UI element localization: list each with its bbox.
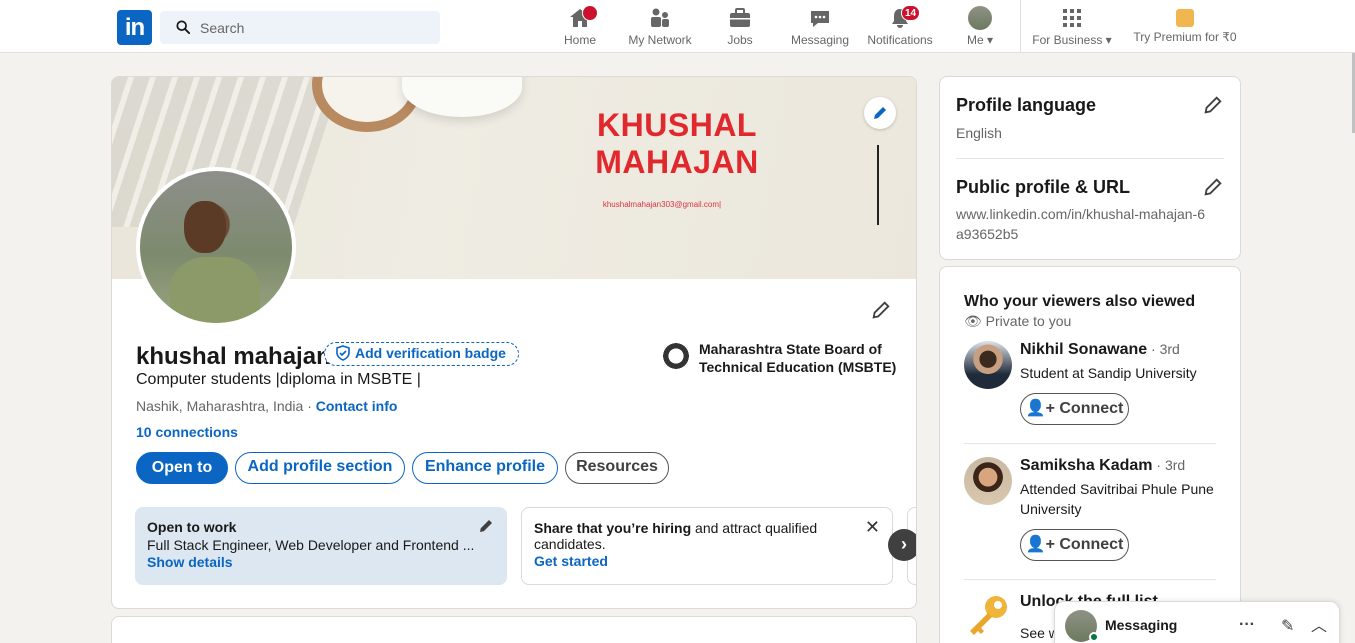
- shield-check-icon: [336, 345, 350, 361]
- edit-url-pencil-icon[interactable]: [1202, 176, 1224, 198]
- edit-intro-pencil-icon[interactable]: [870, 299, 892, 321]
- resources-button[interactable]: Resources: [565, 452, 669, 484]
- edit-banner-button[interactable]: [864, 97, 896, 129]
- top-nav: in Home My Network Jobs Messaging 14 Not…: [0, 0, 1355, 53]
- nav-divider: [1020, 0, 1021, 53]
- profile-headline: Computer students |diploma in MSBTE |: [136, 371, 421, 388]
- nav-jobs[interactable]: Jobs: [720, 6, 760, 50]
- viewers-also-viewed-card: Who your viewers also viewed 👁 Private t…: [939, 266, 1241, 643]
- nav-my-network[interactable]: My Network: [622, 6, 698, 50]
- nav-my-network-label: My Network: [628, 33, 692, 47]
- open-to-work-body: Full Stack Engineer, Web Developer and F…: [147, 537, 475, 553]
- pencil-icon: [874, 107, 886, 119]
- profile-name: khushal mahajan: [136, 343, 331, 370]
- chevron-down-icon: ▾: [1105, 33, 1112, 47]
- edit-language-pencil-icon[interactable]: [1202, 94, 1224, 116]
- profile-card: KHUSHAL MAHAJAN khushalmahajan303@gmail.…: [111, 76, 917, 609]
- chevron-up-icon[interactable]: ︿: [1311, 612, 1327, 636]
- analytics-card: [111, 616, 917, 643]
- nav-notifications[interactable]: 14 Notifications: [864, 5, 936, 50]
- person-suggestion: Samiksha Kadam · 3rd Attended Savitribai…: [964, 457, 1224, 561]
- enhance-profile-button[interactable]: Enhance profile: [412, 452, 558, 484]
- add-profile-section-button[interactable]: Add profile section: [235, 452, 405, 484]
- home-badge: [582, 5, 598, 21]
- grid-icon: [1063, 9, 1081, 27]
- nav-me[interactable]: Me ▾: [958, 6, 1002, 50]
- messaging-overlay[interactable]: Messaging ··· ✎ ︿: [1054, 601, 1340, 643]
- person-name[interactable]: Nikhil Sonawane: [1020, 341, 1147, 358]
- close-icon[interactable]: ✕: [865, 518, 880, 536]
- avatar[interactable]: [964, 457, 1012, 505]
- nav-try-premium[interactable]: Try Premium for ₹0: [1130, 6, 1240, 50]
- banner-email: khushalmahajan303@gmail.com|: [602, 200, 722, 209]
- briefcase-icon: [730, 8, 750, 27]
- open-to-work-title: Open to work: [147, 519, 237, 535]
- profile-settings-card: Profile language English Public profile …: [939, 76, 1241, 260]
- messaging-label: Messaging: [1105, 617, 1178, 633]
- public-profile-url: www.linkedin.com/in/khushal-mahajan-6a93…: [956, 206, 1206, 242]
- verify-label: Add verification badge: [355, 345, 506, 361]
- person-suggestion: Nikhil Sonawane · 3rd Student at Sandip …: [964, 341, 1224, 431]
- nav-me-label: Me: [966, 33, 984, 47]
- public-profile-title: Public profile & URL: [956, 177, 1131, 197]
- connect-button[interactable]: 👤+ Connect: [1020, 529, 1129, 561]
- get-started-link[interactable]: Get started: [534, 553, 880, 569]
- pencil-icon[interactable]: [477, 517, 495, 535]
- nav-for-business[interactable]: For Business ▾: [1030, 6, 1114, 50]
- show-details-link[interactable]: Show details: [147, 554, 495, 570]
- nav-home-label: Home: [563, 33, 596, 47]
- msbte-logo-icon: [662, 340, 690, 372]
- eye-icon: 👁: [964, 313, 982, 329]
- connections-link[interactable]: 10 connections: [136, 424, 238, 440]
- nav-messaging[interactable]: Messaging: [788, 6, 852, 50]
- search-input[interactable]: [200, 11, 430, 44]
- divider: [964, 443, 1216, 444]
- add-person-icon: 👤+: [1025, 400, 1055, 417]
- open-to-button[interactable]: Open to: [136, 452, 228, 484]
- me-avatar: [968, 6, 992, 30]
- messaging-icon: [811, 11, 829, 27]
- avatar[interactable]: [964, 341, 1012, 389]
- key-icon: [970, 596, 1007, 635]
- online-status-icon: [1089, 632, 1099, 642]
- search-box[interactable]: [160, 11, 440, 44]
- divider: [964, 579, 1216, 580]
- premium-icon: [1176, 9, 1194, 27]
- profile-language-value: English: [956, 125, 1002, 141]
- cup-image: [402, 77, 522, 117]
- hiring-card[interactable]: Share that you’re hiring and attract qua…: [521, 507, 893, 585]
- nav-home[interactable]: Home: [560, 5, 600, 50]
- nav-for-business-label: For Business: [1032, 33, 1103, 47]
- linkedin-logo-icon[interactable]: in: [117, 10, 152, 45]
- add-person-icon: 👤+: [1025, 536, 1055, 553]
- banner-line: [877, 145, 879, 225]
- connect-button[interactable]: 👤+ Connect: [1020, 393, 1129, 425]
- person-subtitle: Student at Sandip University: [1020, 365, 1197, 381]
- compose-icon[interactable]: ✎: [1281, 616, 1294, 636]
- more-options-icon[interactable]: ···: [1239, 616, 1255, 634]
- person-name[interactable]: Samiksha Kadam: [1020, 457, 1153, 474]
- search-icon: [176, 20, 190, 34]
- nav-try-premium-label: Try Premium for ₹0: [1133, 30, 1237, 44]
- person-subtitle: Attended Savitribai Phule Pune Universit…: [1020, 481, 1214, 517]
- contact-info-link[interactable]: Contact info: [316, 398, 398, 414]
- nav-messaging-label: Messaging: [790, 33, 850, 47]
- private-label: Private to you: [985, 313, 1072, 329]
- divider: [956, 158, 1224, 159]
- hiring-title: Share that you’re hiring: [534, 520, 692, 536]
- profile-language-title: Profile language: [956, 95, 1097, 115]
- profile-photo[interactable]: [136, 167, 296, 327]
- nav-notifications-label: Notifications: [867, 33, 933, 47]
- education-name: Maharashtra State Board of Technical Edu…: [699, 341, 897, 375]
- banner-title: KHUSHAL MAHAJAN: [595, 107, 759, 180]
- network-icon: [651, 8, 669, 27]
- notifications-badge: 14: [901, 5, 921, 21]
- carousel-next-button[interactable]: ›: [888, 529, 916, 561]
- chevron-down-icon: ▾: [986, 33, 994, 47]
- add-verification-badge-button[interactable]: Add verification badge: [324, 342, 519, 366]
- viewers-title: Who your viewers also viewed: [964, 293, 1196, 310]
- profile-location: Nashik, Maharashtra, India: [136, 398, 304, 414]
- open-to-work-card[interactable]: Open to work Full Stack Engineer, Web De…: [135, 507, 507, 585]
- nav-jobs-label: Jobs: [727, 33, 753, 47]
